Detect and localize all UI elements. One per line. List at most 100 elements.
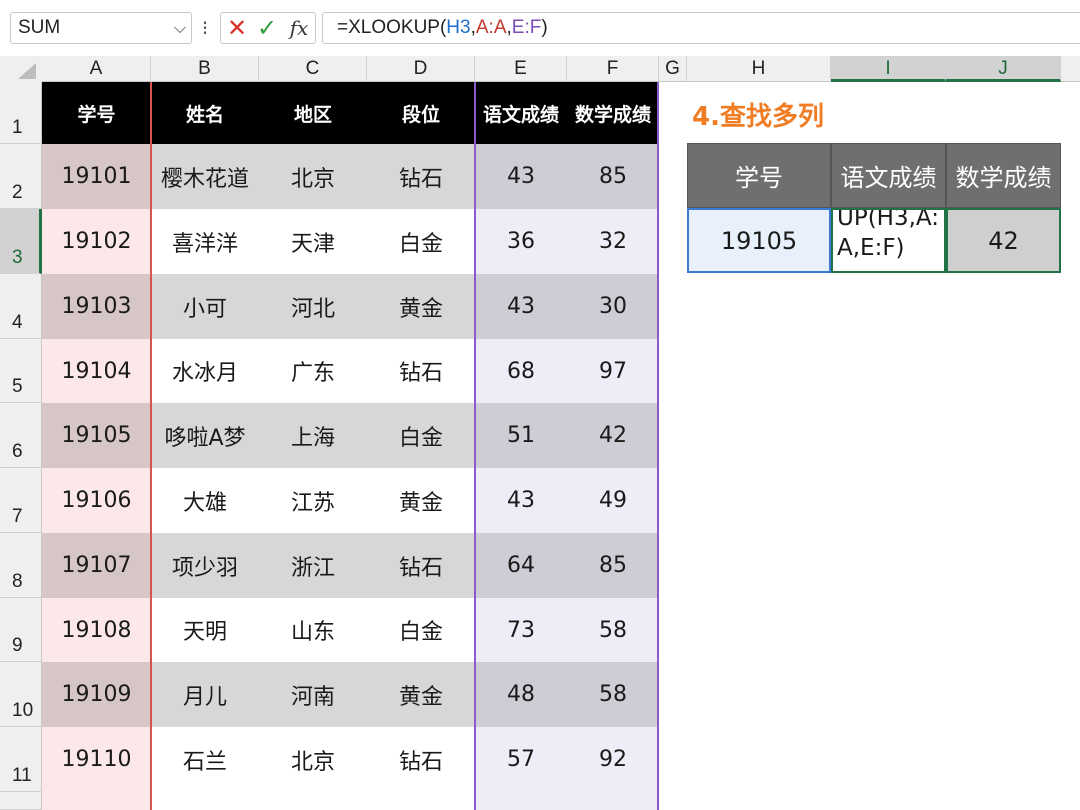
name-box[interactable]: SUM — [10, 12, 192, 44]
table-cell-math[interactable]: 97 — [567, 339, 659, 403]
table-cell-id[interactable]: 19102 — [42, 209, 151, 274]
row-header-4[interactable]: 4 — [0, 274, 42, 339]
table-cell-empty[interactable] — [367, 792, 475, 810]
table-cell-math[interactable]: 58 — [567, 598, 659, 662]
table-cell-math[interactable]: 85 — [567, 533, 659, 598]
table-cell-rank[interactable]: 白金 — [367, 209, 475, 274]
table-cell-rank[interactable]: 黄金 — [367, 662, 475, 727]
table-cell-region[interactable]: 北京 — [259, 144, 367, 209]
column-header-b[interactable]: B — [151, 56, 259, 82]
table-cell-chinese[interactable]: 43 — [475, 274, 567, 339]
table-cell-name[interactable]: 天明 — [151, 598, 259, 662]
table-cell-rank[interactable]: 钻石 — [367, 533, 475, 598]
table-cell-name[interactable]: 小可 — [151, 274, 259, 339]
lookup-math-cell[interactable]: 42 — [946, 208, 1061, 273]
row-header-3[interactable]: 3 — [0, 209, 42, 274]
table-cell-math[interactable]: 58 — [567, 662, 659, 727]
table-header-region[interactable]: 地区 — [259, 82, 367, 144]
table-cell-empty[interactable] — [259, 792, 367, 810]
table-header-name[interactable]: 姓名 — [151, 82, 259, 144]
table-cell-name[interactable]: 项少羽 — [151, 533, 259, 598]
row-header-11[interactable]: 11 — [0, 727, 42, 792]
row-header-9[interactable]: 9 — [0, 598, 42, 662]
row-header-7[interactable]: 7 — [0, 468, 42, 533]
column-header-i[interactable]: I — [831, 56, 946, 82]
table-cell-region[interactable]: 河南 — [259, 662, 367, 727]
table-cell-region[interactable]: 江苏 — [259, 468, 367, 533]
lookup-formula-cell[interactable]: UP(H3,A: A,E:F) — [831, 208, 946, 273]
lookup-header-id[interactable]: 学号 — [687, 143, 831, 208]
table-cell-chinese[interactable]: 64 — [475, 533, 567, 598]
lookup-id-cell[interactable]: 19105 — [687, 208, 831, 273]
table-cell-chinese[interactable]: 43 — [475, 144, 567, 209]
table-cell-name[interactable]: 哆啦A梦 — [151, 403, 259, 468]
table-cell-rank[interactable]: 白金 — [367, 598, 475, 662]
table-cell-region[interactable]: 广东 — [259, 339, 367, 403]
table-cell-math[interactable]: 30 — [567, 274, 659, 339]
table-cell-chinese[interactable]: 48 — [475, 662, 567, 727]
table-cell-name[interactable]: 樱木花道 — [151, 144, 259, 209]
table-cell-chinese[interactable]: 68 — [475, 339, 567, 403]
table-header-math[interactable]: 数学成绩 — [567, 82, 659, 144]
row-header-1[interactable]: 1 — [0, 82, 42, 144]
table-cell-id[interactable]: 19110 — [42, 727, 151, 792]
table-cell-id[interactable]: 19105 — [42, 403, 151, 468]
table-cell-chinese[interactable]: 57 — [475, 727, 567, 792]
lookup-header-math[interactable]: 数学成绩 — [946, 143, 1061, 208]
table-cell-region[interactable]: 河北 — [259, 274, 367, 339]
more-options-icon[interactable]: ⁝ — [198, 12, 212, 44]
table-cell-id[interactable]: 19109 — [42, 662, 151, 727]
row-header-10[interactable]: 10 — [0, 662, 42, 727]
lookup-header-chinese[interactable]: 语文成绩 — [831, 143, 946, 208]
table-header-id[interactable]: 学号 — [42, 82, 151, 144]
insert-function-icon[interactable]: fx — [284, 13, 314, 43]
row-header-6[interactable]: 6 — [0, 403, 42, 468]
formula-input[interactable]: =XLOOKUP(H3,A:A,E:F) — [322, 12, 1080, 44]
table-header-rank[interactable]: 段位 — [367, 82, 475, 144]
table-cell-math[interactable]: 49 — [567, 468, 659, 533]
table-cell-id[interactable]: 19103 — [42, 274, 151, 339]
table-cell-id[interactable]: 19107 — [42, 533, 151, 598]
table-cell-region[interactable]: 天津 — [259, 209, 367, 274]
cancel-icon[interactable]: ✕ — [224, 13, 250, 43]
table-cell-region[interactable]: 上海 — [259, 403, 367, 468]
table-cell-chinese[interactable]: 51 — [475, 403, 567, 468]
chevron-down-icon[interactable]: ⌵ — [168, 13, 192, 43]
column-header-f[interactable]: F — [567, 56, 659, 82]
check-icon[interactable]: ✓ — [254, 13, 280, 43]
table-cell-chinese[interactable]: 43 — [475, 468, 567, 533]
table-cell-region[interactable]: 浙江 — [259, 533, 367, 598]
table-cell-id[interactable]: 19101 — [42, 144, 151, 209]
row-header-8[interactable]: 8 — [0, 533, 42, 598]
table-cell-math[interactable]: 42 — [567, 403, 659, 468]
column-header-a[interactable]: A — [42, 56, 151, 82]
table-cell-empty[interactable] — [475, 792, 567, 810]
table-cell-math[interactable]: 92 — [567, 727, 659, 792]
table-cell-rank[interactable]: 钻石 — [367, 727, 475, 792]
table-cell-math[interactable]: 32 — [567, 209, 659, 274]
row-header-2[interactable]: 2 — [0, 144, 42, 209]
column-header-g[interactable]: G — [659, 56, 687, 82]
table-cell-empty[interactable] — [567, 792, 659, 810]
table-cell-rank[interactable]: 黄金 — [367, 468, 475, 533]
table-cell-math[interactable]: 85 — [567, 144, 659, 209]
table-cell-name[interactable]: 石兰 — [151, 727, 259, 792]
row-header-5[interactable]: 5 — [0, 339, 42, 403]
table-cell-empty[interactable] — [42, 792, 151, 810]
table-cell-chinese[interactable]: 36 — [475, 209, 567, 274]
column-header-j[interactable]: J — [946, 56, 1061, 82]
table-cell-empty[interactable] — [151, 792, 259, 810]
table-cell-id[interactable]: 19108 — [42, 598, 151, 662]
column-header-h[interactable]: H — [687, 56, 831, 82]
table-cell-name[interactable]: 喜洋洋 — [151, 209, 259, 274]
table-cell-name[interactable]: 大雄 — [151, 468, 259, 533]
table-cell-region[interactable]: 山东 — [259, 598, 367, 662]
column-header-e[interactable]: E — [475, 56, 567, 82]
table-cell-id[interactable]: 19104 — [42, 339, 151, 403]
table-cell-name[interactable]: 月儿 — [151, 662, 259, 727]
table-cell-id[interactable]: 19106 — [42, 468, 151, 533]
table-cell-rank[interactable]: 白金 — [367, 403, 475, 468]
table-cell-rank[interactable]: 黄金 — [367, 274, 475, 339]
row-header-12[interactable] — [0, 792, 42, 810]
table-cell-region[interactable]: 北京 — [259, 727, 367, 792]
